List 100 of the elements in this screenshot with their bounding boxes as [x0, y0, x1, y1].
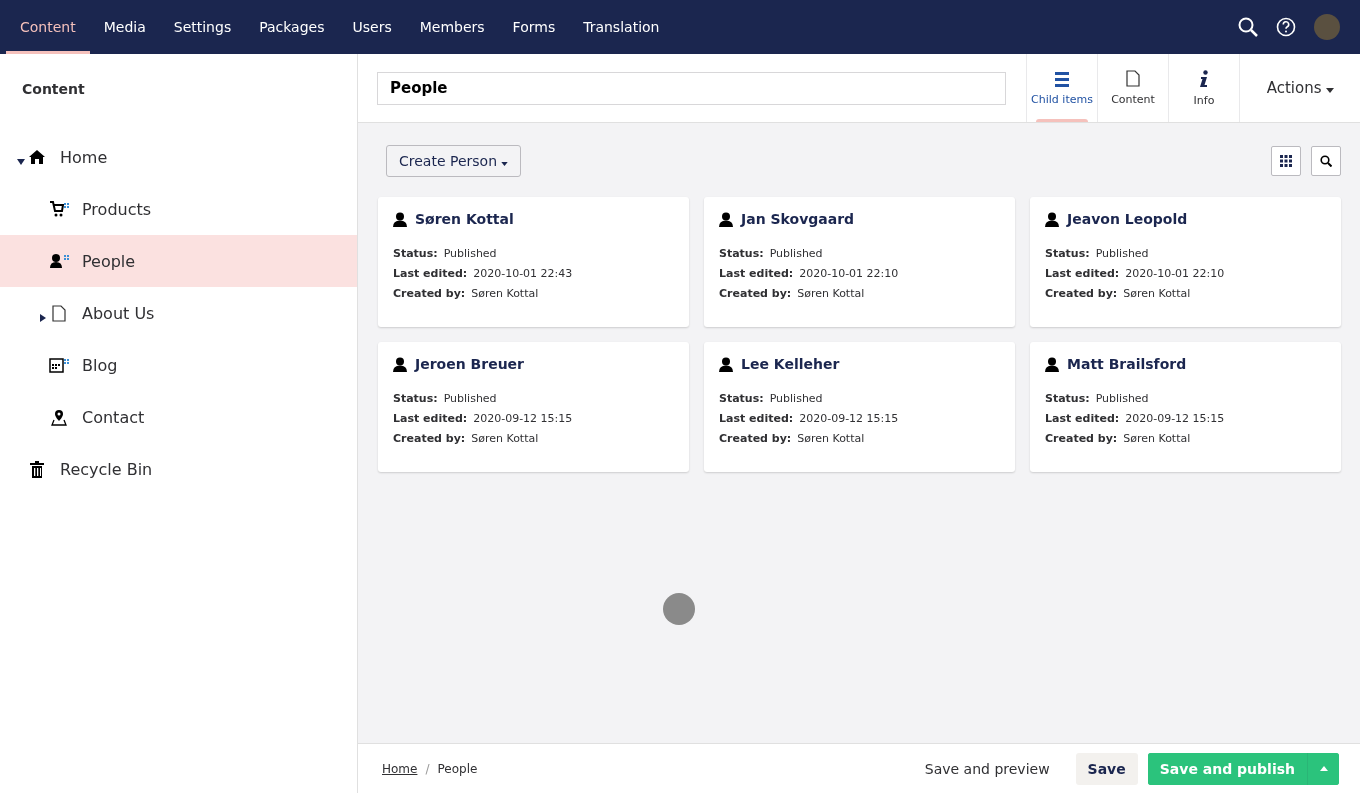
person-name: Matt Brailsford: [1067, 356, 1187, 372]
tree-item[interactable]: Products: [0, 183, 357, 235]
save-button[interactable]: Save: [1075, 752, 1138, 785]
nav-tab[interactable]: Settings: [159, 0, 246, 54]
document-icon: [52, 304, 66, 322]
date-value: 2020-09-12 15:15: [1125, 412, 1225, 427]
tree-item[interactable]: People: [0, 235, 357, 287]
breadcrumb-link[interactable]: Home: [382, 761, 418, 776]
map-pin-icon: [51, 408, 67, 426]
tree-item-label: Recycle Bin: [60, 459, 153, 479]
person-name: Jeavon Leopold: [1067, 211, 1188, 227]
field-label: Created by:: [1045, 432, 1118, 447]
date-value: 2020-09-12 15:15: [799, 412, 899, 427]
nav-tab[interactable]: Users: [338, 0, 406, 54]
section-title: Content: [21, 80, 86, 99]
field-label: Last edited:: [719, 412, 794, 427]
caret-down-icon: [501, 162, 509, 166]
nav-tab[interactable]: Forms: [498, 0, 570, 54]
nav-tab[interactable]: Media: [89, 0, 160, 54]
tree-item[interactable]: Recycle Bin: [0, 443, 357, 495]
author-value: Søren Kottal: [797, 287, 865, 302]
save-preview-button[interactable]: Save and preview: [912, 752, 1062, 785]
document-icon: [1126, 70, 1140, 87]
author-value: Søren Kottal: [1123, 432, 1191, 447]
author-value: Søren Kottal: [471, 432, 539, 447]
field-label: Created by:: [719, 287, 792, 302]
person-card[interactable]: Jeroen Breuer Status: Published Last edited: 2020-09-12 15:15 Created by: Søren Kottal: [378, 342, 689, 472]
caret-down-icon[interactable]: [17, 159, 25, 165]
field-label: Status:: [1045, 392, 1090, 407]
field-label: Last edited:: [393, 267, 468, 282]
status-value: Published: [769, 392, 823, 407]
person-card[interactable]: Søren Kottal Status: Published Last edited: 2020-10-01 22:43 Created by: Søren Kottal: [378, 197, 689, 327]
field-label: Status:: [719, 247, 764, 262]
field-label: Status:: [1045, 247, 1090, 262]
search-button[interactable]: [1311, 146, 1341, 176]
name-field[interactable]: People: [377, 71, 1006, 105]
person-card[interactable]: Jan Skovgaard Status: Published Last edited: 2020-10-01 22:10 Created by: Søren Kottal: [704, 197, 1015, 327]
tree-item-label: Products: [82, 199, 152, 219]
author-value: Søren Kottal: [797, 432, 865, 447]
person-card[interactable]: Matt Brailsford Status: Published Last edited: 2020-09-12 15:15 Created by: Søren Kottal: [1030, 342, 1341, 472]
person-name: Lee Kelleher: [741, 356, 840, 372]
date-value: 2020-10-01 22:10: [1125, 267, 1225, 282]
status-value: Published: [1095, 392, 1149, 407]
caret-right-icon[interactable]: [40, 314, 46, 322]
caret-up-icon: [1319, 766, 1328, 771]
publish-options-button[interactable]: [1307, 752, 1339, 785]
field-label: Status:: [719, 392, 764, 407]
person-icon: [49, 253, 69, 269]
search-icon[interactable]: [1238, 17, 1258, 37]
field-label: Created by:: [719, 432, 792, 447]
field-label: Created by:: [1045, 287, 1118, 302]
calendar-icon: [49, 357, 69, 373]
person-icon: [393, 356, 407, 372]
field-label: Last edited:: [393, 412, 468, 427]
nav-tab[interactable]: Translation: [569, 0, 674, 54]
grid-icon: [1280, 155, 1292, 167]
person-icon: [719, 356, 733, 372]
trash-icon: [30, 460, 44, 478]
tree-item-label: People: [82, 251, 136, 271]
house-icon: [28, 149, 46, 165]
author-value: Søren Kottal: [1123, 287, 1191, 302]
field-label: Last edited:: [1045, 267, 1120, 282]
status-value: Published: [769, 247, 823, 262]
person-icon: [1045, 356, 1059, 372]
loading-indicator: [663, 593, 695, 625]
field-label: Last edited:: [719, 267, 794, 282]
tree-item[interactable]: About Us: [0, 287, 357, 339]
person-name: Jeroen Breuer: [415, 356, 524, 372]
search-icon: [1320, 155, 1332, 167]
nav-tab[interactable]: Members: [405, 0, 499, 54]
field-label: Last edited:: [1045, 412, 1120, 427]
person-name: Søren Kottal: [415, 211, 514, 227]
breadcrumb-current: People: [437, 761, 478, 776]
date-value: 2020-10-01 22:10: [799, 267, 899, 282]
field-label: Created by:: [393, 432, 466, 447]
tree-item-label: About Us: [82, 303, 155, 323]
person-card[interactable]: Lee Kelleher Status: Published Last edited: 2020-09-12 15:15 Created by: Søren Kottal: [704, 342, 1015, 472]
cart-icon: [49, 201, 69, 217]
caret-down-icon: [1326, 88, 1335, 93]
breadcrumb-separator: /: [425, 761, 430, 776]
person-name: Jan Skovgaard: [741, 211, 855, 227]
author-value: Søren Kottal: [471, 287, 539, 302]
help-icon[interactable]: [1276, 17, 1296, 37]
nav-tab[interactable]: Packages: [245, 0, 339, 54]
grid-view-button[interactable]: [1271, 146, 1301, 176]
list-icon: [1055, 70, 1069, 87]
tree-item-label: Contact: [82, 407, 145, 427]
person-icon: [393, 211, 407, 227]
date-value: 2020-10-01 22:43: [473, 267, 573, 282]
person-icon: [1045, 211, 1059, 227]
tree-item-label: Blog: [82, 355, 118, 375]
date-value: 2020-09-12 15:15: [473, 412, 573, 427]
tree-item[interactable]: Home: [0, 131, 357, 183]
info-icon: [1199, 69, 1209, 88]
status-value: Published: [443, 392, 497, 407]
create-dropdown[interactable]: Create Person: [386, 145, 522, 177]
tree-item[interactable]: Blog: [0, 339, 357, 391]
tree-item[interactable]: Contact: [0, 391, 357, 443]
person-card[interactable]: Jeavon Leopold Status: Published Last edited: 2020-10-01 22:10 Created by: Søren Kottal: [1030, 197, 1341, 327]
status-value: Published: [1095, 247, 1149, 262]
